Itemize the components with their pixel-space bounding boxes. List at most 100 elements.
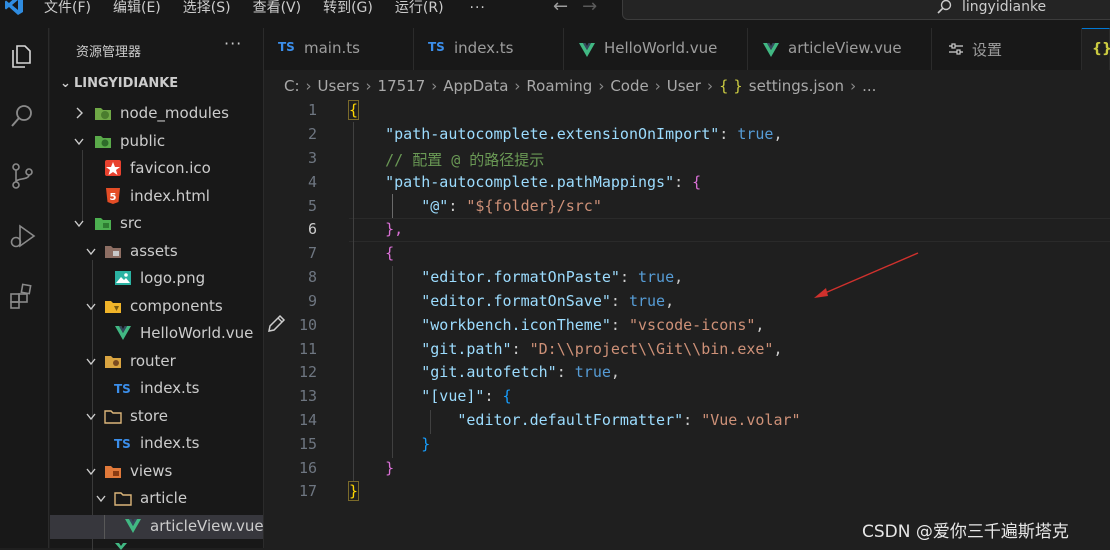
- tree-item-label: assets: [130, 242, 178, 260]
- explorer-files-icon[interactable]: [8, 42, 36, 70]
- project-name: LINGYIDIANKE: [74, 76, 179, 91]
- extensions-icon[interactable]: [8, 282, 36, 310]
- tab-articleview-vue[interactable]: articleView.vue: [748, 28, 932, 70]
- code-line: "[vue]": {: [421, 387, 512, 405]
- tree-item-articleview-vue[interactable]: articleView.vue: [50, 515, 264, 539]
- code-line: {: [347, 100, 360, 120]
- tree-item-src[interactable]: src: [50, 212, 263, 236]
- search-text: lingyidianke: [962, 0, 1047, 15]
- menu-more-button[interactable]: ···: [470, 0, 486, 20]
- tree-item-router[interactable]: router: [50, 350, 263, 374]
- tree-item-views[interactable]: views: [50, 460, 263, 484]
- tree-item-assets[interactable]: assets: [50, 240, 263, 264]
- tree-item-public[interactable]: public: [50, 130, 263, 154]
- chevron-right-icon: [76, 107, 83, 119]
- tree-item-store[interactable]: store: [50, 405, 263, 429]
- tree-item-label: public: [120, 132, 166, 150]
- breadcrumb-item[interactable]: C:: [284, 77, 300, 95]
- menu-run[interactable]: 运行(R): [395, 0, 444, 20]
- forward-arrow-icon[interactable]: →: [582, 0, 597, 17]
- brace-open: {: [347, 100, 360, 120]
- json-key: "@": [421, 197, 449, 215]
- folder-components-icon: [105, 301, 121, 313]
- tab-settings-json[interactable]: {}: [1082, 28, 1110, 70]
- chevron-down-icon: [86, 248, 96, 256]
- typescript-file-icon: TS: [114, 382, 131, 396]
- tree-item-favicon[interactable]: favicon.ico: [50, 157, 263, 181]
- breadcrumb-separator: ›: [850, 77, 857, 95]
- breadcrumb-item[interactable]: Roaming: [526, 77, 592, 95]
- tree-item-label: components: [130, 297, 223, 315]
- json-key: "editor.formatOnPaste": [421, 268, 620, 286]
- folder-views-icon: [105, 466, 121, 478]
- breadcrumb-item[interactable]: 17517: [378, 77, 426, 95]
- run-debug-icon[interactable]: [8, 222, 36, 250]
- code-line: "@": "${folder}/src": [421, 197, 602, 215]
- tree-item-label: logo.png: [140, 269, 206, 287]
- chevron-down-icon: [74, 138, 84, 146]
- menu-file[interactable]: 文件(F): [44, 0, 91, 20]
- tab-index-ts[interactable]: TS index.ts: [414, 28, 564, 70]
- tab-helloworld-vue[interactable]: HelloWorld.vue: [564, 28, 748, 70]
- tree-item-label: views: [130, 462, 173, 480]
- tree-item-router-index-ts[interactable]: TS index.ts: [50, 377, 263, 401]
- json-value: "D:\\project\\Git\\bin.exe": [529, 340, 774, 358]
- tree-item-label: articleView.vue: [150, 517, 264, 535]
- search-icon: [937, 0, 952, 14]
- tree-item-article[interactable]: article: [50, 487, 263, 511]
- tree-item-logo-png[interactable]: logo.png: [50, 267, 263, 291]
- pencil-edit-icon[interactable]: [266, 314, 286, 334]
- line-number: 12: [298, 363, 317, 381]
- tree-item-label: src: [120, 214, 142, 232]
- code-line: "git.path": "D:\\project\\Git\\bin.exe",: [421, 340, 783, 358]
- breadcrumb-item[interactable]: Code: [610, 77, 648, 95]
- tab-label: 设置: [972, 41, 1003, 59]
- tree-item-label: node_modules: [120, 104, 229, 122]
- line-number: 5: [307, 197, 317, 215]
- json-value: "vscode-icons": [628, 316, 756, 334]
- typescript-file-icon: TS: [114, 437, 131, 451]
- json-key: "editor.formatOnSave": [421, 292, 611, 310]
- tree-item-node-modules[interactable]: node_modules: [50, 102, 263, 126]
- line-number: 1: [307, 101, 317, 119]
- code-line: }: [349, 459, 394, 477]
- breadcrumb-item[interactable]: AppData: [443, 77, 508, 95]
- line-number: 7: [307, 244, 317, 262]
- source-control-icon[interactable]: [8, 162, 36, 190]
- folder-icon: [104, 410, 122, 424]
- search-view-icon[interactable]: [8, 102, 36, 130]
- json-value: "Vue.volar": [701, 411, 801, 429]
- vue-file-icon: [115, 543, 127, 550]
- menu-selection[interactable]: 选择(S): [183, 0, 231, 20]
- code-line: "editor.formatOnPaste": true,: [421, 268, 684, 286]
- brace-close: }: [421, 435, 431, 453]
- breadcrumb-item[interactable]: Users: [318, 77, 360, 95]
- chevron-down-icon: [86, 413, 96, 421]
- line-number: 3: [307, 149, 317, 167]
- menu-edit[interactable]: 编辑(E): [113, 0, 161, 20]
- breadcrumb-item[interactable]: settings.json: [749, 77, 844, 95]
- explorer-more-button[interactable]: ···: [224, 34, 242, 53]
- code-editor[interactable]: 1 2 3 4 5 6 7 8 9 10 11 12 13 14 15 16 1…: [264, 98, 1110, 548]
- html5-icon: 5: [106, 188, 120, 204]
- json-key: "git.path": [421, 340, 512, 358]
- tab-settings[interactable]: 设置: [932, 28, 1082, 70]
- vue-tab-icon: [579, 43, 595, 57]
- tree-item-index-html[interactable]: 5 index.html: [50, 185, 263, 209]
- breadcrumb-item[interactable]: ...: [862, 77, 876, 95]
- project-root-header[interactable]: ⌄ LINGYIDIANKE: [60, 76, 178, 91]
- tree-item-store-index-ts[interactable]: TS index.ts: [50, 432, 263, 456]
- vscode-logo-icon[interactable]: [4, 0, 24, 16]
- folder-public-icon: [95, 136, 111, 148]
- image-file-icon: [115, 271, 131, 285]
- breadcrumb-separator: ›: [706, 77, 713, 95]
- tree-item-helloworld-vue[interactable]: HelloWorld.vue: [50, 322, 263, 346]
- tab-main-ts[interactable]: TS main.ts: [264, 28, 414, 70]
- back-arrow-icon[interactable]: ←: [553, 0, 568, 17]
- menu-go[interactable]: 转到(G): [323, 0, 373, 20]
- code-line: },: [349, 220, 403, 238]
- menu-view[interactable]: 查看(V): [253, 0, 302, 20]
- breadcrumb-item[interactable]: User: [667, 77, 701, 95]
- tree-item-components[interactable]: components: [50, 295, 263, 319]
- line-number: 9: [307, 292, 317, 310]
